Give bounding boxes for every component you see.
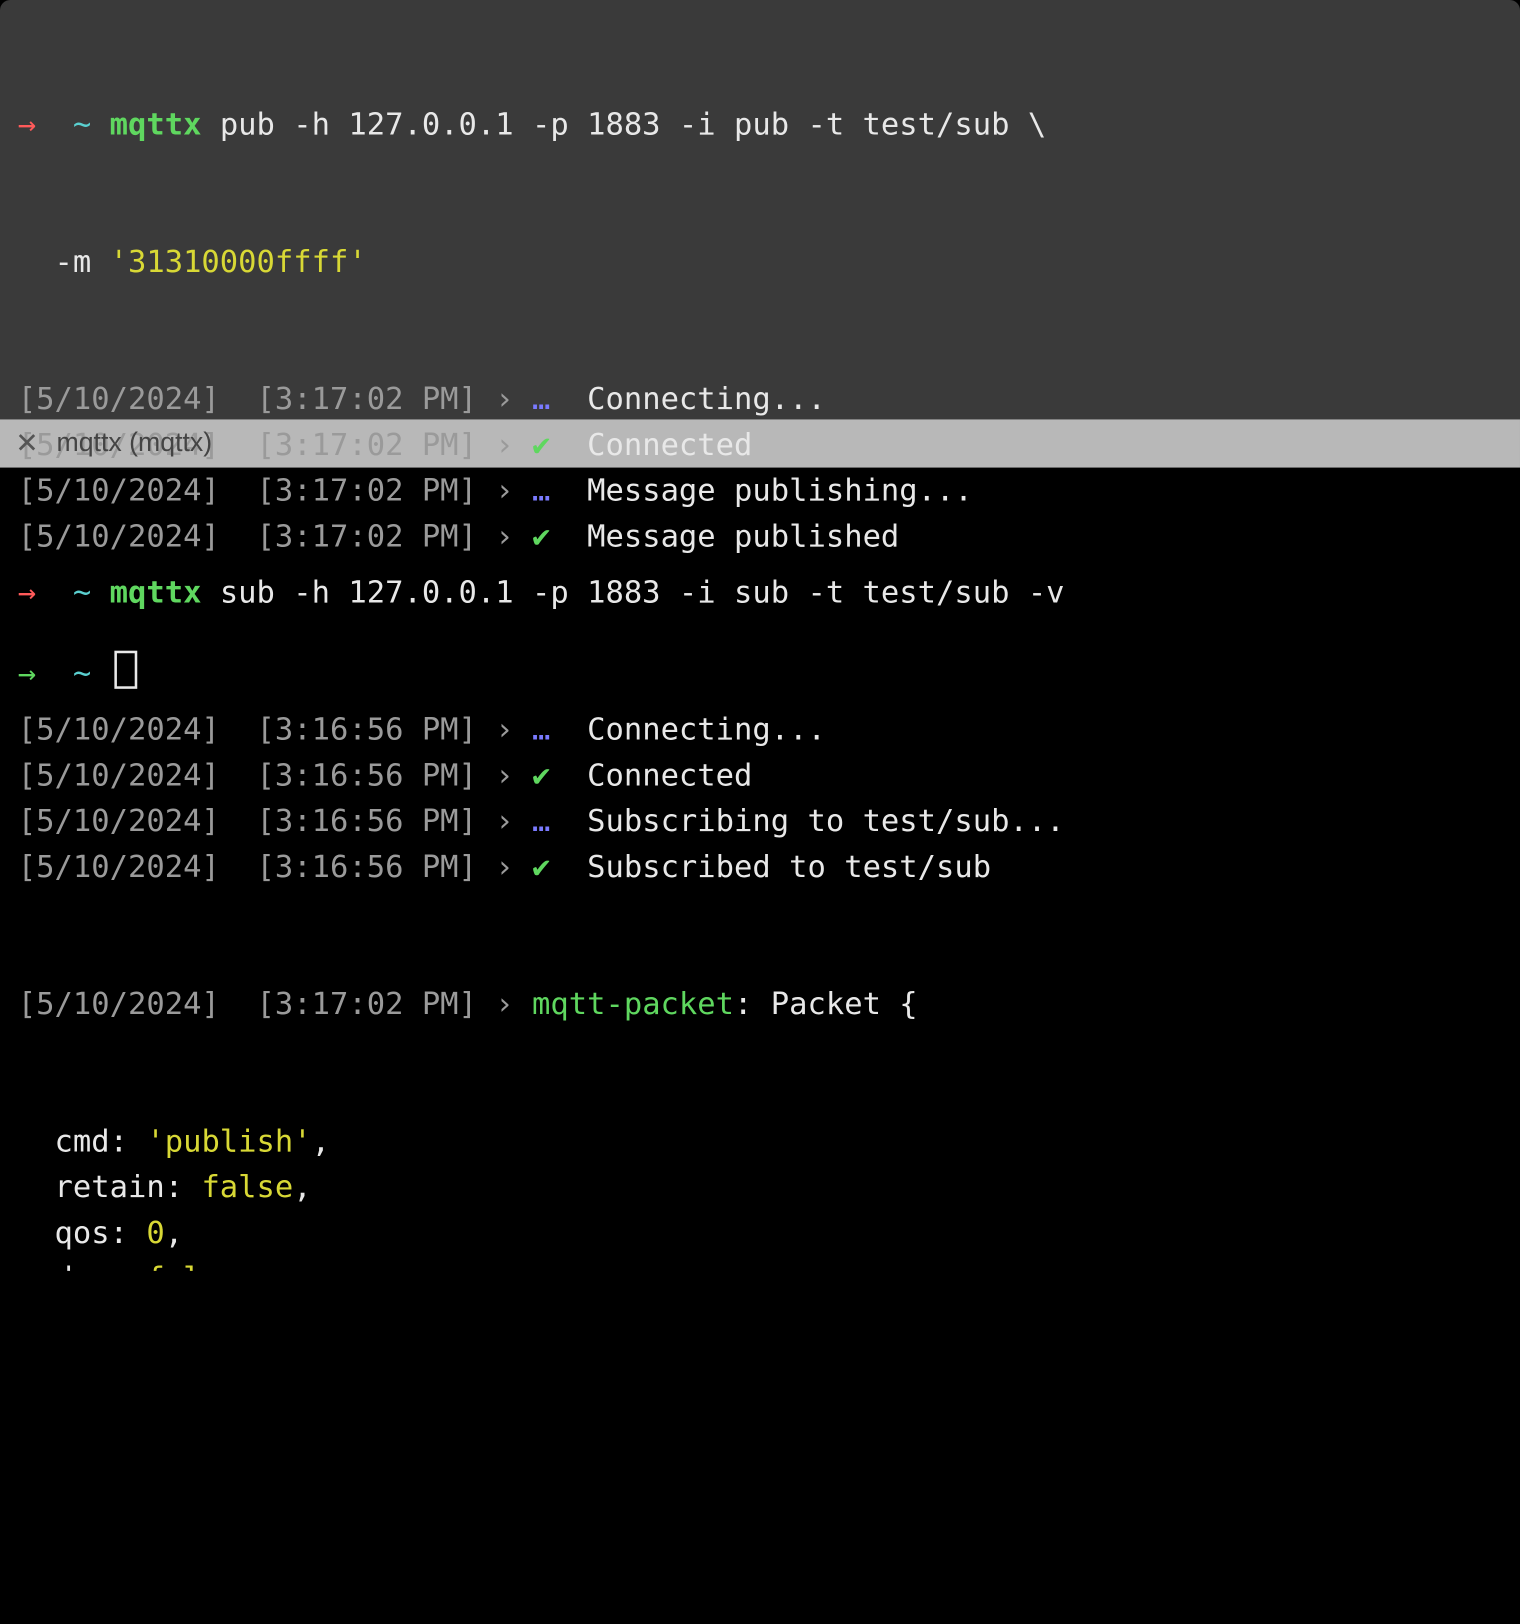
prompt-arrow-icon: → — [18, 574, 36, 610]
close-icon[interactable]: ✕ — [15, 421, 38, 467]
log-line: [5/10/2024] [3:16:56 PM] › … Connecting.… — [18, 707, 1502, 753]
log-sep: › — [495, 381, 513, 417]
log-message: Connected — [587, 757, 752, 793]
command-name: mqttx — [110, 107, 202, 143]
log-sep: › — [495, 986, 513, 1022]
log-time: [3:16:56 PM] — [257, 849, 477, 885]
tab-title[interactable]: mqttx (mqttx) — [56, 421, 212, 467]
prompt-tilde: ~ — [73, 574, 91, 610]
log-message: Subscribing to test/sub... — [587, 803, 1064, 839]
log-sep: › — [495, 519, 513, 555]
log-sep: › — [495, 473, 513, 509]
status-icon: ✔ — [532, 849, 550, 885]
log-time: [3:17:02 PM] — [257, 519, 477, 555]
log-date: [5/10/2024] — [18, 849, 220, 885]
status-icon: … — [532, 381, 550, 417]
terminal-pane-bottom[interactable]: → ~ mqttx sub -h 127.0.0.1 -p 1883 -i su… — [0, 468, 1520, 1271]
status-icon: … — [532, 473, 550, 509]
status-icon: ✔ — [532, 757, 550, 793]
prompt-line: → ~ mqttx sub -h 127.0.0.1 -p 1883 -i su… — [18, 569, 1502, 615]
log-message: Connecting... — [587, 381, 826, 417]
log-time: [3:16:56 PM] — [257, 757, 477, 793]
log-sep: › — [495, 849, 513, 885]
log-line: [5/10/2024] [3:16:56 PM] › ✔ Subscribed … — [18, 844, 1502, 890]
command-args: pub -h 127.0.0.1 -p 1883 -i pub -t test/… — [201, 107, 1046, 143]
log-line: [5/10/2024] [3:16:56 PM] › ✔ Connected — [18, 752, 1502, 798]
packet-key: qos: — [18, 1215, 147, 1251]
log-time: [3:17:02 PM] — [257, 381, 477, 417]
log-message: Message publishing... — [587, 473, 973, 509]
log-time: [3:17:02 PM] — [257, 473, 477, 509]
log-date: [5/10/2024] — [18, 803, 220, 839]
command-name: mqttx — [110, 574, 202, 610]
status-icon: ✔ — [532, 519, 550, 555]
status-icon: ✔ — [532, 427, 550, 463]
command-string-arg: '31310000ffff' — [110, 244, 367, 280]
prompt-tilde: ~ — [73, 107, 91, 143]
log-line: [5/10/2024] [3:16:56 PM] › … Subscribing… — [18, 798, 1502, 844]
terminal-pane-top[interactable]: → ~ mqttx pub -h 127.0.0.1 -p 1883 -i pu… — [0, 0, 1520, 419]
command-args: sub -h 127.0.0.1 -p 1883 -i sub -t test/… — [201, 574, 1064, 610]
packet-key: dup: — [18, 1261, 147, 1271]
log-date: [5/10/2024] — [18, 473, 220, 509]
prompt-line-1: → ~ mqttx pub -h 127.0.0.1 -p 1883 -i pu… — [18, 102, 1502, 148]
packet-key: cmd: — [18, 1123, 147, 1159]
packet-key: retain: — [18, 1169, 202, 1205]
packet-field: dup: false, — [18, 1256, 1502, 1271]
packet-header: [5/10/2024] [3:17:02 PM] › mqtt-packet: … — [18, 981, 1502, 1027]
command-args-cont: -m — [18, 244, 110, 280]
log-time: [3:16:56 PM] — [257, 803, 477, 839]
status-icon: … — [532, 803, 550, 839]
cursor-icon — [115, 651, 138, 689]
packet-label: mqtt-packet — [532, 986, 734, 1022]
log-line: [5/10/2024] [3:17:02 PM] › … Connecting.… — [18, 376, 1502, 422]
log-sep: › — [495, 803, 513, 839]
log-time: [3:16:56 PM] — [257, 712, 477, 748]
log-message: Connecting... — [587, 712, 826, 748]
packet-value: false — [146, 1261, 238, 1271]
status-icon: … — [532, 712, 550, 748]
packet-value: 0 — [146, 1215, 164, 1251]
packet-field: retain: false, — [18, 1164, 1502, 1210]
log-date: [5/10/2024] — [18, 712, 220, 748]
log-message: Message published — [587, 519, 899, 555]
prompt-line-2: -m '31310000ffff' — [18, 239, 1502, 285]
packet-value: 'publish' — [146, 1123, 311, 1159]
prompt-arrow-icon: → — [18, 107, 36, 143]
log-sep: › — [495, 712, 513, 748]
log-sep: › — [495, 427, 513, 463]
packet-suffix: : Packet { — [734, 986, 918, 1022]
log-sep: › — [495, 757, 513, 793]
packet-value: false — [201, 1169, 293, 1205]
log-date: [5/10/2024] — [18, 986, 220, 1022]
packet-field: cmd: 'publish', — [18, 1118, 1502, 1164]
log-time: [3:17:02 PM] — [257, 427, 477, 463]
packet-field: qos: 0, — [18, 1210, 1502, 1256]
log-message: Subscribed to test/sub — [587, 849, 991, 885]
log-message: Connected — [587, 427, 752, 463]
log-date: [5/10/2024] — [18, 381, 220, 417]
log-time: [3:17:02 PM] — [257, 986, 477, 1022]
log-date: [5/10/2024] — [18, 757, 220, 793]
